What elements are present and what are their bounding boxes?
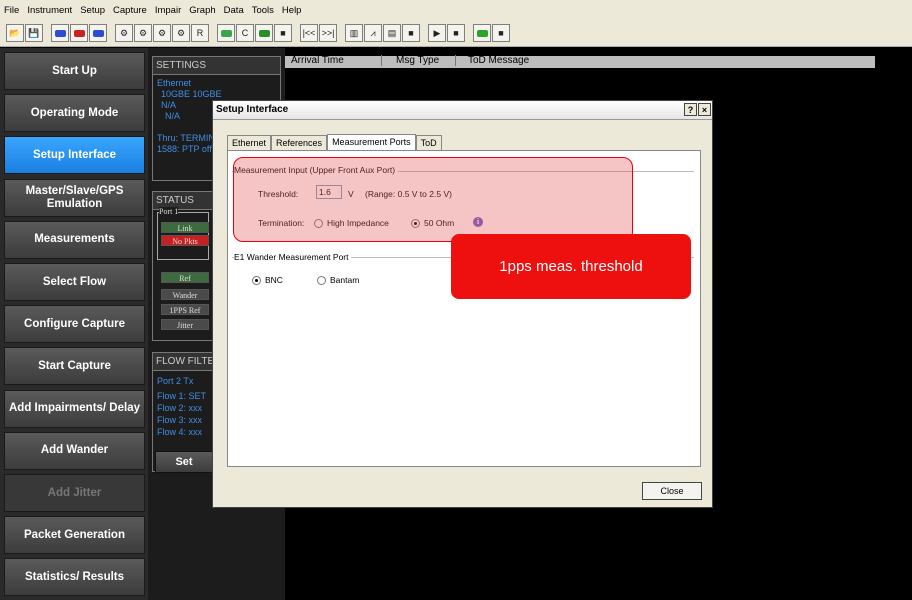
table-header: Arrival Time Msg Type ToD Message bbox=[285, 55, 875, 68]
pnf4-icon[interactable]: ⚙ bbox=[172, 24, 190, 42]
wave-icon[interactable] bbox=[217, 24, 235, 42]
settings-line: Ethernet bbox=[157, 78, 192, 88]
menu-capture[interactable]: Capture bbox=[109, 5, 151, 16]
help-button[interactable]: ? bbox=[684, 103, 697, 116]
nav-start-up[interactable]: Start Up bbox=[4, 52, 145, 90]
link-indicator: Link bbox=[161, 222, 209, 233]
radio-bnc[interactable] bbox=[252, 276, 261, 285]
menu-impair[interactable]: Impair bbox=[151, 5, 185, 16]
menu-bar: File Instrument Setup Capture Impair Graph Dat… bbox=[0, 0, 912, 21]
record-icon-swatch bbox=[476, 29, 488, 37]
tab-references[interactable]: References bbox=[271, 135, 328, 150]
menu-help[interactable]: Help bbox=[278, 5, 306, 16]
col-msg-type[interactable]: Msg Type bbox=[381, 55, 439, 66]
rewind-icon[interactable]: |<< bbox=[300, 24, 318, 42]
open-folder-icon[interactable]: 📂 bbox=[6, 24, 24, 42]
callout-label: 1pps meas. threshold bbox=[451, 234, 691, 299]
dialog-titlebar: Setup Interface ? × bbox=[213, 101, 712, 120]
square-icon[interactable]: ■ bbox=[274, 24, 292, 42]
save-icon[interactable]: 💾 bbox=[25, 24, 43, 42]
pnf3-icon[interactable]: ⚙ bbox=[153, 24, 171, 42]
menu-file[interactable]: File bbox=[0, 5, 23, 16]
wave-icon-swatch bbox=[220, 29, 232, 37]
menu-instrument[interactable]: Instrument bbox=[23, 5, 76, 16]
col-tod-message[interactable]: ToD Message bbox=[455, 55, 529, 66]
radio-bantam[interactable] bbox=[317, 276, 326, 285]
jitter-indicator: Jitter bbox=[161, 319, 209, 330]
bantam-label: Bantam bbox=[330, 275, 360, 285]
dot-icon-swatch bbox=[258, 29, 270, 37]
record-icon[interactable] bbox=[473, 24, 491, 42]
ref-indicator: Ref bbox=[161, 272, 209, 283]
pnf2-icon[interactable]: ⚙ bbox=[134, 24, 152, 42]
play-icon[interactable]: ▶ bbox=[428, 24, 446, 42]
left-nav: Start Up Operating Mode Setup Interface Mas… bbox=[0, 48, 148, 600]
col-arrival-time[interactable]: Arrival Time bbox=[291, 55, 344, 66]
menu-graph[interactable]: Graph bbox=[185, 5, 219, 16]
nav-master-slave-gps-emulation[interactable]: Master/Slave/GPS Emulation bbox=[4, 178, 145, 217]
graph-icon[interactable]: ⩘ bbox=[364, 24, 382, 42]
port-label: Port 1 bbox=[159, 207, 179, 216]
nav-statistics-results[interactable]: Statistics/ Results bbox=[4, 558, 145, 597]
tab-ethernet[interactable]: Ethernet bbox=[227, 135, 272, 150]
wander-indicator: Wander bbox=[161, 289, 209, 300]
port-red-icon[interactable] bbox=[70, 24, 88, 42]
threshold-highlight bbox=[233, 157, 633, 242]
grid-icon[interactable]: ▥ bbox=[345, 24, 363, 42]
dialog-title: Setup Interface bbox=[216, 104, 289, 115]
bnc-label: BNC bbox=[265, 275, 283, 285]
forward-icon[interactable]: >>| bbox=[319, 24, 337, 42]
tab-tod[interactable]: ToD bbox=[415, 135, 442, 150]
settings-header: SETTINGS bbox=[153, 57, 280, 75]
port-blue2-icon[interactable] bbox=[89, 24, 107, 42]
dialog-tabs: Ethernet References Measurement Ports ToD bbox=[227, 134, 442, 151]
nav-measurements[interactable]: Measurements bbox=[4, 220, 145, 259]
port-blue2-icon-swatch bbox=[92, 29, 104, 37]
menu-tools[interactable]: Tools bbox=[248, 5, 278, 16]
nav-operating-mode[interactable]: Operating Mode bbox=[4, 94, 145, 133]
e1-wander-group: E1 Wander Measurement Port bbox=[234, 252, 352, 262]
stop3-icon[interactable]: ■ bbox=[492, 24, 510, 42]
toolbar: 📂 💾 ⚙ ⚙ ⚙ ⚙ R C ■ |<< >>| ▥ ⩘ ▤ ■ ▶ ■ ■ bbox=[0, 20, 912, 47]
nav-select-flow[interactable]: Select Flow bbox=[4, 263, 145, 301]
pnf-icon[interactable]: ⚙ bbox=[115, 24, 133, 42]
nav-add-wander[interactable]: Add Wander bbox=[4, 431, 145, 470]
stop-icon[interactable]: ■ bbox=[402, 24, 420, 42]
nav-add-jitter: Add Jitter bbox=[4, 474, 145, 512]
port-red-icon-swatch bbox=[73, 29, 85, 37]
settings-line: 10GBE 10GBE bbox=[161, 89, 222, 99]
menu-data[interactable]: Data bbox=[220, 5, 248, 16]
close-x-button[interactable]: × bbox=[698, 103, 711, 116]
c-icon[interactable]: C bbox=[236, 24, 254, 42]
stop2-icon[interactable]: ■ bbox=[447, 24, 465, 42]
list-icon[interactable]: ▤ bbox=[383, 24, 401, 42]
set-button[interactable]: Set bbox=[155, 451, 213, 473]
dot-icon[interactable] bbox=[255, 24, 273, 42]
nav-packet-generation[interactable]: Packet Generation bbox=[4, 516, 145, 555]
nav-start-capture[interactable]: Start Capture bbox=[4, 347, 145, 386]
pps-ref-indicator: 1PPS Ref bbox=[161, 304, 209, 315]
close-button[interactable]: Close bbox=[642, 482, 702, 500]
nav-configure-capture[interactable]: Configure Capture bbox=[4, 305, 145, 344]
tab-measurement-ports[interactable]: Measurement Ports bbox=[327, 134, 416, 151]
port-blue-icon[interactable] bbox=[51, 24, 69, 42]
nav-setup-interface[interactable]: Setup Interface bbox=[4, 136, 145, 175]
port-blue-icon-swatch bbox=[54, 29, 66, 37]
r-icon[interactable]: R bbox=[191, 24, 209, 42]
menu-setup[interactable]: Setup bbox=[76, 5, 109, 16]
nav-add-impairments-delay[interactable]: Add Impairments/ Delay bbox=[4, 389, 145, 428]
no-pkts-indicator: No Pkts bbox=[161, 235, 209, 246]
